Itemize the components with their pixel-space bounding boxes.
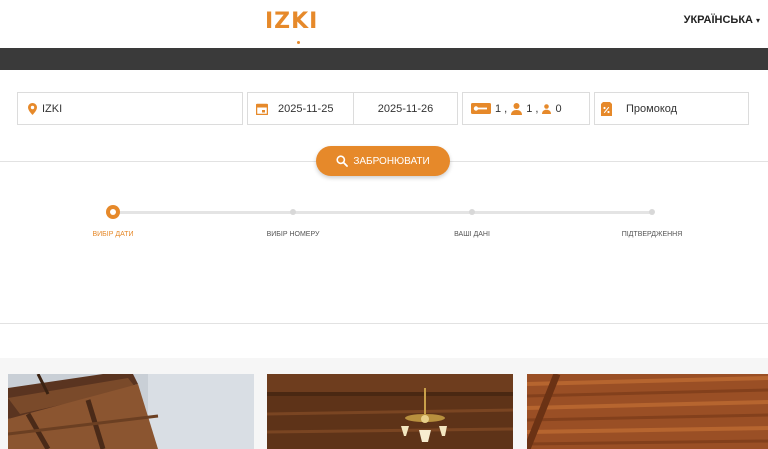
children-count: 0 bbox=[542, 102, 562, 115]
dates-field[interactable]: 2025-11-25 2025-11-26 bbox=[247, 92, 458, 125]
step-label-confirm: ПІДТВЕРДЖЕННЯ bbox=[621, 231, 683, 238]
language-selector[interactable]: УКРАЇНСЬКА ▾ bbox=[684, 14, 760, 26]
step-label-room: ВИБІР НОМЕРУ bbox=[266, 231, 320, 238]
room-photo-3[interactable] bbox=[527, 374, 768, 449]
step-marker-1 bbox=[106, 205, 120, 219]
book-button[interactable]: ЗАБРОНЮВАТИ bbox=[316, 146, 450, 176]
promo-placeholder: Промокод bbox=[626, 102, 678, 115]
children-value: 0 bbox=[555, 102, 562, 115]
step-label-dates: ВИБІР ДАТИ bbox=[92, 231, 134, 238]
book-button-label: ЗАБРОНЮВАТИ bbox=[353, 155, 430, 167]
language-label: УКРАЇНСЬКА bbox=[683, 14, 753, 26]
step-label-details: ВАШІ ДАНІ bbox=[454, 231, 490, 238]
section-divider bbox=[0, 323, 768, 324]
location-value: IZKI bbox=[42, 102, 63, 115]
search-icon bbox=[336, 155, 349, 167]
step-marker-2 bbox=[290, 209, 296, 215]
rooms-count: 1 , bbox=[471, 103, 507, 115]
key-card-icon bbox=[471, 103, 491, 114]
chevron-down-icon: ▾ bbox=[755, 16, 760, 25]
room-photo-2[interactable] bbox=[267, 374, 513, 449]
discount-tag-icon bbox=[601, 101, 612, 116]
rooms-value: 1 , bbox=[495, 102, 508, 115]
step-marker-4 bbox=[649, 209, 655, 215]
progress-track bbox=[113, 211, 653, 214]
promo-field[interactable]: Промокод bbox=[594, 92, 749, 125]
child-icon bbox=[542, 103, 552, 114]
logo-dot bbox=[297, 41, 300, 44]
checkin-field[interactable]: 2025-11-25 bbox=[248, 93, 354, 124]
checkin-value: 2025-11-25 bbox=[278, 102, 334, 115]
checkout-field[interactable]: 2025-11-26 bbox=[354, 103, 457, 115]
nav-bar bbox=[0, 48, 768, 70]
step-marker-3 bbox=[469, 209, 475, 215]
checkout-value: 2025-11-26 bbox=[377, 102, 434, 115]
adults-count: 1 , bbox=[511, 102, 539, 115]
room-photo-1[interactable] bbox=[8, 374, 254, 449]
adult-icon bbox=[511, 102, 523, 115]
calendar-icon bbox=[256, 103, 268, 115]
location-field[interactable]: IZKI bbox=[17, 92, 243, 125]
logo[interactable]: IZKI bbox=[265, 9, 318, 34]
guests-field[interactable]: 1 , 1 , 0 bbox=[462, 92, 590, 125]
site-header: IZKI УКРАЇНСЬКА ▾ bbox=[0, 0, 768, 48]
adults-value: 1 , bbox=[526, 102, 539, 115]
map-pin-icon bbox=[26, 102, 38, 115]
